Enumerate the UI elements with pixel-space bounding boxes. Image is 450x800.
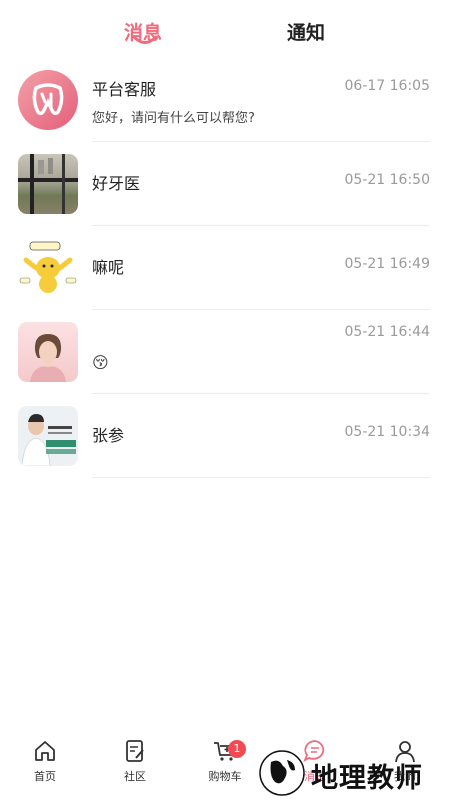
platform-service-avatar [18,70,78,130]
watermark: 地理教师 [255,748,445,798]
conversation-time: 05-21 10:34 [344,424,430,440]
conversation-item[interactable]: 05-21 16:44 😚 [0,310,450,394]
edit-note-icon [126,740,144,762]
cart-count-badge: 1 [228,740,246,758]
active-tab-indicator-icon [132,35,158,44]
user-avatar-cartoon [18,238,78,298]
home-icon [35,741,55,761]
person-silhouette-icon [30,334,66,382]
divider [92,477,430,478]
conversation-item[interactable]: 好牙医 05-21 16:50 [0,142,450,226]
conversation-time: 05-21 16:49 [344,256,430,272]
tabbar-community-label: 社区 [124,770,146,783]
tabbar-cart-label: 购物车 [208,770,242,783]
conversation-time: 06-17 16:05 [344,78,430,94]
watermark-text: 地理教师 [311,763,423,794]
conversation-list: 平台客服 06-17 16:05 您好，请问有什么可以帮您? 好牙医 05-21… [0,60,450,478]
conversation-name: 张参 [92,426,125,445]
conversation-item[interactable]: 嘛呢 05-21 16:49 [0,226,450,310]
conversation-name: 平台客服 [92,80,157,99]
default-user-avatar [18,322,78,382]
conversation-preview: 您好，请问有什么可以帮您? [92,111,255,126]
conversation-item[interactable]: 平台客服 06-17 16:05 您好，请问有什么可以帮您? [0,60,450,142]
globe-logo-icon [259,750,305,796]
conversation-item[interactable]: 张参 05-21 10:34 [0,394,450,478]
top-tab-bar: 消息 通知 [0,0,450,60]
window-bars-icon [18,154,78,214]
tabbar-home-label: 首页 [34,770,56,783]
tab-notifications[interactable]: 通知 [287,18,325,45]
user-avatar-photo [18,154,78,214]
tooth-logo-icon [32,83,64,116]
conversation-name: 好牙医 [92,174,141,193]
doctor-avatar [18,406,78,466]
conversation-time: 05-21 16:50 [344,172,430,188]
tabbar-cart[interactable]: 1 购物车 [195,738,255,784]
tabbar-community[interactable]: 社区 [105,738,165,784]
tabbar-home[interactable]: 首页 [15,738,75,784]
cartoon-character-icon [19,241,77,293]
conversation-preview-emoji: 😚 [92,353,109,372]
conversation-time: 05-21 16:44 [344,324,430,340]
conversation-name: 嘛呢 [92,258,125,277]
doctor-portrait-icon [21,414,76,466]
